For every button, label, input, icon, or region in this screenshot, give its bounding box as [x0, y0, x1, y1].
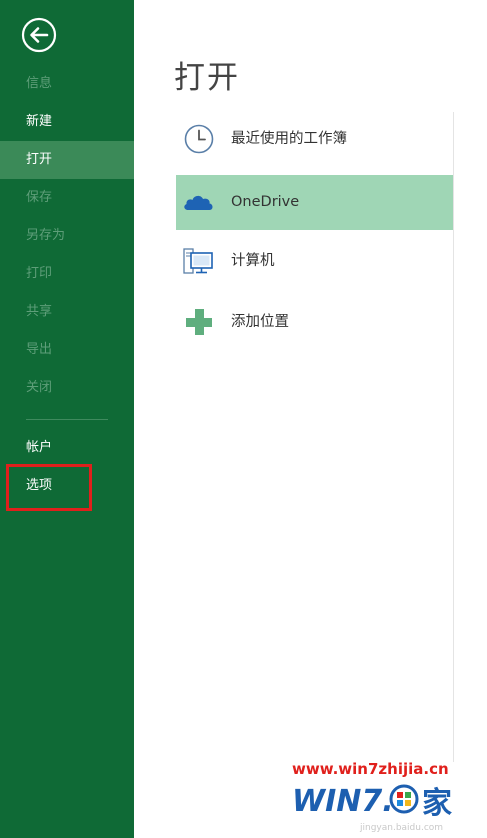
- column-divider: [453, 112, 454, 762]
- back-arrow-icon: [21, 17, 57, 53]
- plus-icon: [186, 309, 212, 335]
- location-recent-workbooks[interactable]: 最近使用的工作簿: [176, 112, 453, 167]
- nav-account[interactable]: 帐户: [0, 429, 134, 467]
- computer-icon: [183, 248, 213, 274]
- options-highlight-box: [6, 464, 92, 511]
- page-title: 打开: [174, 60, 240, 96]
- watermark-url: www.win7zhijia.cn: [292, 760, 449, 778]
- nav-save-as[interactable]: 另存为: [0, 217, 134, 255]
- nav-share[interactable]: 共享: [0, 293, 134, 331]
- nav-export[interactable]: 导出: [0, 331, 134, 369]
- back-button[interactable]: [20, 16, 58, 54]
- nav-print[interactable]: 打印: [0, 255, 134, 293]
- location-label: 添加位置: [231, 314, 289, 330]
- location-label: 最近使用的工作簿: [231, 131, 347, 147]
- nav-info[interactable]: 信息: [0, 65, 134, 103]
- location-label: 计算机: [231, 253, 275, 269]
- location-add-place[interactable]: 添加位置: [176, 295, 453, 350]
- svg-text:WIN7.: WIN7.: [292, 784, 394, 819]
- backstage-sidebar: 信息 新建 打开 保存 另存为 打印 共享 导出 关闭 帐户 选项: [0, 0, 134, 838]
- svg-text:家: 家: [422, 786, 452, 821]
- nav-save[interactable]: 保存: [0, 179, 134, 217]
- nav-divider: [26, 419, 108, 420]
- watermark-logo: WIN7. 家: [292, 784, 452, 821]
- watermark-small-text: jingyan.baidu.com: [360, 823, 444, 833]
- location-computer[interactable]: 计算机: [176, 234, 453, 289]
- nav-close[interactable]: 关闭: [0, 369, 134, 407]
- nav-new[interactable]: 新建: [0, 103, 134, 141]
- location-label: OneDrive: [231, 194, 300, 210]
- cloud-icon: [184, 195, 213, 210]
- clock-icon: [184, 124, 214, 154]
- location-onedrive[interactable]: OneDrive: [176, 175, 453, 230]
- nav-open[interactable]: 打开: [0, 141, 134, 179]
